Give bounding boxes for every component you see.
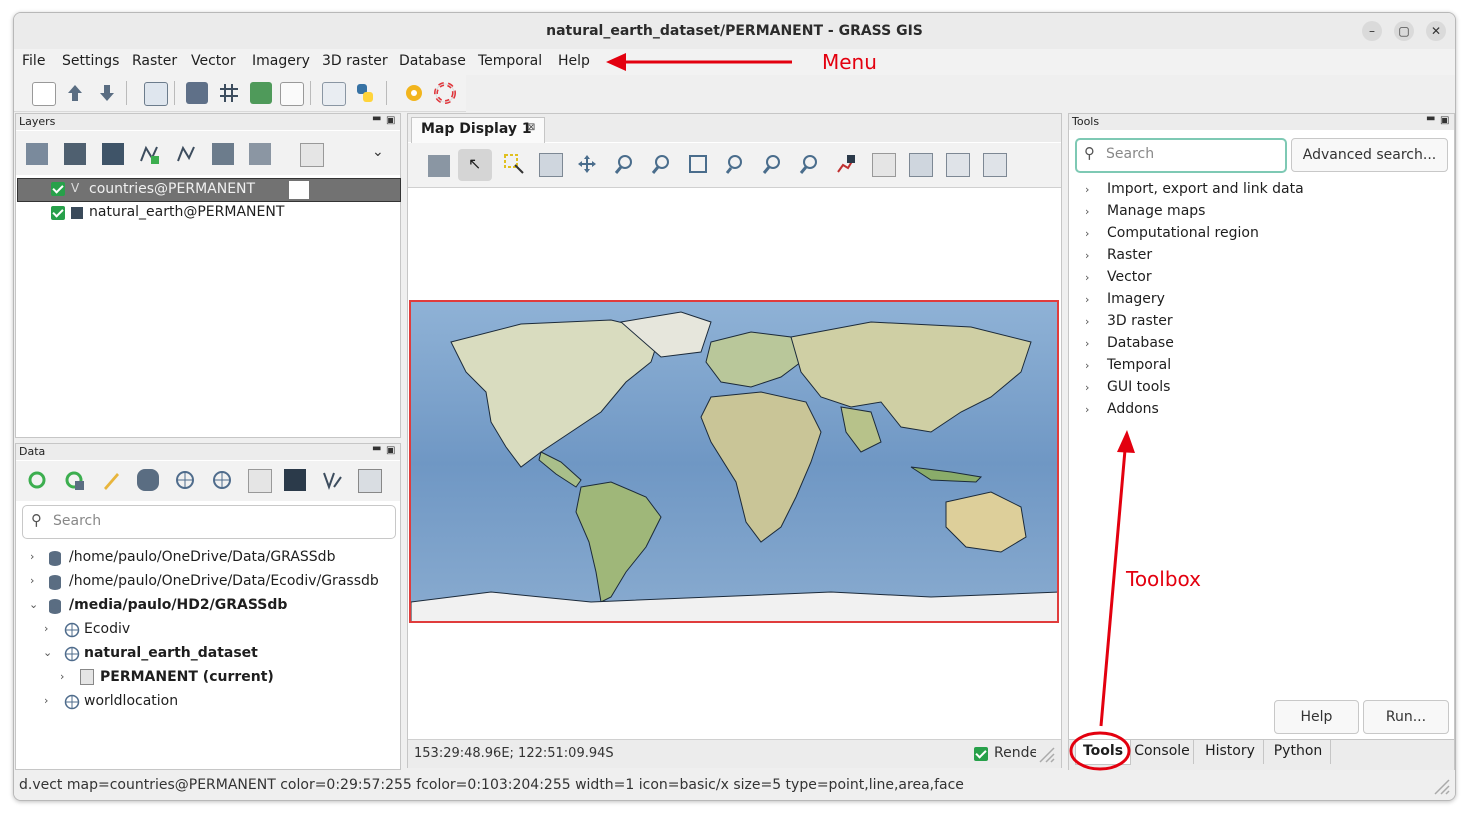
toolbox-arrow-line	[1099, 449, 1127, 727]
toolbox-arrow-head	[1117, 430, 1135, 453]
annotation-overlay	[606, 53, 1135, 771]
tools-tab-highlight	[1069, 731, 1131, 771]
toolbox-annotation-label: Toolbox	[1126, 567, 1201, 591]
menu-annotation-label: Menu	[822, 50, 877, 74]
menu-arrow-head	[606, 53, 626, 71]
